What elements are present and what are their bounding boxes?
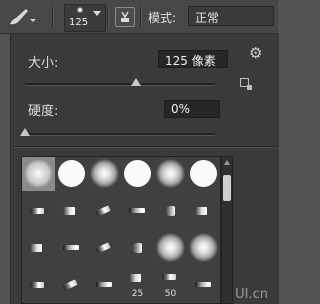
hardness-value: 0% [171, 102, 191, 116]
brush-presets-grid: 25 50 [21, 156, 221, 304]
soft-round-brush-icon [156, 233, 185, 262]
brush-tip-icon [195, 207, 207, 215]
watermark-logo: UI.cn [235, 287, 268, 302]
hardness-slider-thumb[interactable] [20, 128, 30, 136]
brush-preset-soft-round[interactable] [154, 231, 187, 265]
options-bar: 125 模式: 正常 [0, 0, 278, 34]
scroll-up-arrow-icon[interactable] [224, 160, 230, 165]
size-label: 大小: [28, 56, 59, 71]
brush-preset-tip[interactable] [88, 231, 121, 265]
brush-preset-picker[interactable]: 125 [64, 4, 106, 32]
brush-tip-icon [129, 274, 141, 282]
brush-preset-tip[interactable]: 50 [154, 268, 187, 302]
brush-tip-icon [63, 245, 79, 250]
mode-label: 模式: [148, 11, 177, 25]
brush-preset-tip[interactable] [121, 194, 154, 228]
brush-preset-tip[interactable] [121, 231, 154, 265]
brush-tip-icon [95, 242, 111, 254]
brush-preset-soft-round[interactable] [187, 231, 220, 265]
mode-select[interactable]: 正常 [188, 6, 274, 26]
new-preset-icon[interactable] [240, 78, 252, 90]
brush-preset-size-label: 25 [131, 289, 144, 299]
brush-preset-size: 125 [69, 17, 89, 28]
gear-icon[interactable]: ⚙ [249, 46, 262, 61]
brush-preset-tip[interactable] [55, 231, 88, 265]
brush-preset-soft-round[interactable] [88, 157, 121, 191]
soft-round-brush-icon [156, 159, 185, 188]
brush-preset-hard-round[interactable] [187, 157, 220, 191]
brush-preset-tip[interactable] [88, 268, 121, 302]
brush-preset-tip[interactable] [55, 194, 88, 228]
presets-scrollbar[interactable] [221, 156, 233, 304]
size-value: 125 像素 [165, 54, 216, 68]
brush-tip-preview [77, 7, 83, 13]
brush-tip-icon [162, 274, 176, 280]
brush-preset-tip[interactable] [154, 194, 187, 228]
brush-tip-icon [30, 208, 44, 214]
hard-round-brush-icon [58, 160, 85, 187]
brush-preset-tip[interactable] [187, 194, 220, 228]
brush-tip-icon [129, 208, 145, 213]
brush-preset-hard-round[interactable] [55, 157, 88, 191]
chevron-down-icon[interactable] [93, 11, 101, 16]
soft-round-brush-icon [90, 159, 119, 188]
brush-tip-icon [96, 282, 112, 287]
brush-preset-soft-round[interactable] [22, 157, 55, 191]
brush-preset-tip[interactable] [22, 194, 55, 228]
hardness-label: 硬度: [28, 104, 59, 119]
mode-value: 正常 [195, 11, 220, 25]
soft-round-brush-icon [189, 233, 218, 262]
brush-tip-icon [195, 282, 211, 287]
brush-tool-button[interactable] [6, 6, 36, 28]
toolbar-separator [52, 6, 53, 28]
brush-tip-icon [62, 279, 78, 291]
hardness-input[interactable]: 0% [164, 100, 220, 118]
hard-round-brush-icon [124, 160, 151, 187]
brush-preset-tip[interactable] [55, 268, 88, 302]
hardness-slider-track[interactable] [25, 133, 215, 136]
toolbar-separator [107, 6, 108, 28]
soft-round-brush-icon [24, 159, 53, 188]
brush-preset-tip[interactable] [88, 194, 121, 228]
toolbar-separator [140, 6, 141, 28]
hard-round-brush-icon [190, 160, 217, 187]
scroll-thumb[interactable] [223, 175, 231, 201]
panel-divider [11, 146, 279, 147]
brush-tip-icon [165, 206, 175, 216]
brush-preset-tip[interactable] [22, 231, 55, 265]
brush-preset-tip[interactable] [187, 268, 220, 302]
brush-tip-icon [63, 207, 75, 215]
brush-tip-icon [132, 243, 142, 253]
brush-preset-tip[interactable] [22, 268, 55, 302]
brush-preset-tip[interactable]: 25 [121, 268, 154, 302]
brush-panel-icon [121, 11, 129, 22]
brush-preset-hard-round[interactable] [121, 157, 154, 191]
size-slider-track[interactable] [25, 83, 215, 86]
brush-preset-panel: 大小: 125 像素 ⚙ 硬度: 0% 25 50 [10, 34, 279, 304]
size-slider-thumb[interactable] [131, 78, 141, 86]
size-input[interactable]: 125 像素 [158, 50, 228, 68]
brush-tip-icon [95, 205, 111, 217]
brush-icon [10, 9, 36, 25]
brush-panel-toggle-button[interactable] [115, 7, 135, 27]
brush-preset-soft-round[interactable] [154, 157, 187, 191]
brush-tip-icon [30, 244, 42, 252]
brush-tip-icon [30, 282, 44, 288]
brush-preset-size-label: 50 [164, 289, 177, 299]
